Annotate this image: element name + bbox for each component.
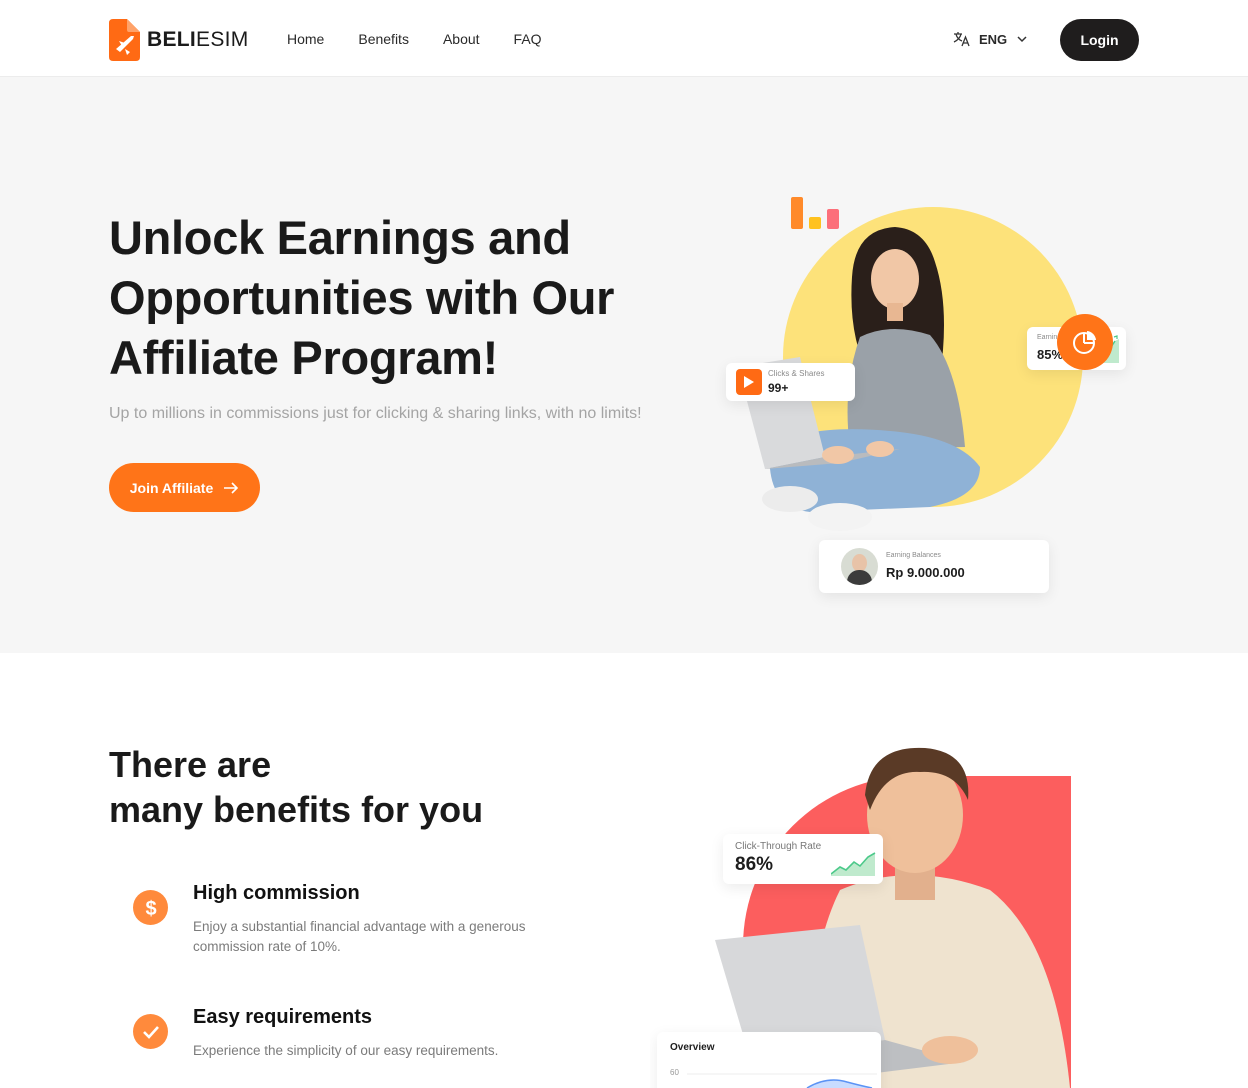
nav-about[interactable]: About xyxy=(443,31,480,47)
pie-chart-icon xyxy=(1057,314,1113,370)
benefits-title-line2: many benefits for you xyxy=(109,789,484,830)
hero-title: Unlock Earnings and Opportunities with O… xyxy=(109,211,615,384)
ctr-label: Click-Through Rate xyxy=(735,841,822,852)
brand-name-bold: BELI xyxy=(147,28,197,51)
language-selector[interactable]: ENG xyxy=(953,31,1029,47)
avatar xyxy=(841,548,878,585)
hero-illustration: Clicks & Shares 99+ Earnings 85% Earning… xyxy=(720,187,1140,593)
overview-card: Overview 60 xyxy=(657,1032,881,1088)
earning-balance-card: Earning Balances Rp 9.000.000 xyxy=(819,540,1049,593)
logo-plane-icon xyxy=(109,19,140,61)
overview-label: Overview xyxy=(670,1042,715,1053)
hero-section: Unlock Earnings and Opportunities with O… xyxy=(0,77,1248,653)
join-affiliate-button[interactable]: Join Affiliate xyxy=(109,463,260,512)
check-icon xyxy=(133,1014,168,1049)
play-icon xyxy=(736,369,762,395)
translate-icon xyxy=(953,32,970,47)
language-label: ENG xyxy=(979,31,1008,47)
benefit-title: High commission xyxy=(193,882,360,904)
balance-value: Rp 9.000.000 xyxy=(886,565,965,580)
site-header: BELIESIM Home Benefits About FAQ ENG Log… xyxy=(0,0,1248,77)
chevron-down-icon xyxy=(1017,36,1027,43)
brand-name-light: ESIM xyxy=(196,28,249,51)
benefits-title-line1: There are xyxy=(109,744,272,785)
benefit-description: Experience the simplicity of our easy re… xyxy=(193,1043,499,1058)
join-affiliate-label: Join Affiliate xyxy=(129,479,214,496)
clicks-shares-card: Clicks & Shares 99+ xyxy=(726,363,855,401)
ctr-card: Click-Through Rate 86% xyxy=(723,834,883,884)
nav-home[interactable]: Home xyxy=(287,31,324,47)
clicks-shares-value: 99+ xyxy=(768,381,789,395)
benefit-description: Enjoy a substantial financial advantage … xyxy=(193,919,526,954)
benefits-illustration: Click-Through Rate 86% Overview 60 xyxy=(650,740,1090,1088)
login-button[interactable]: Login xyxy=(1060,19,1139,61)
benefit-title: Easy requirements xyxy=(193,1006,372,1028)
nav-faq[interactable]: FAQ xyxy=(514,31,542,47)
ctr-value: 86% xyxy=(735,854,774,875)
hero-subtitle: Up to millions in commissions just for c… xyxy=(109,405,642,422)
brand-name: BELIESIM xyxy=(147,28,249,52)
trend-up-icon xyxy=(831,852,876,876)
svg-text:$: $ xyxy=(145,898,156,919)
main-nav: Home Benefits About FAQ xyxy=(287,31,542,47)
overview-tick: 60 xyxy=(670,1068,679,1077)
clicks-shares-label: Clicks & Shares xyxy=(768,369,825,378)
benefits-title: There are many benefits for you xyxy=(109,742,483,832)
balance-label: Earning Balances xyxy=(886,552,941,559)
nav-benefits[interactable]: Benefits xyxy=(358,31,409,47)
brand-logo[interactable]: BELIESIM xyxy=(109,19,249,61)
arrow-right-icon xyxy=(224,481,239,494)
dollar-icon: $ xyxy=(133,890,168,925)
overview-chart xyxy=(687,1073,877,1088)
